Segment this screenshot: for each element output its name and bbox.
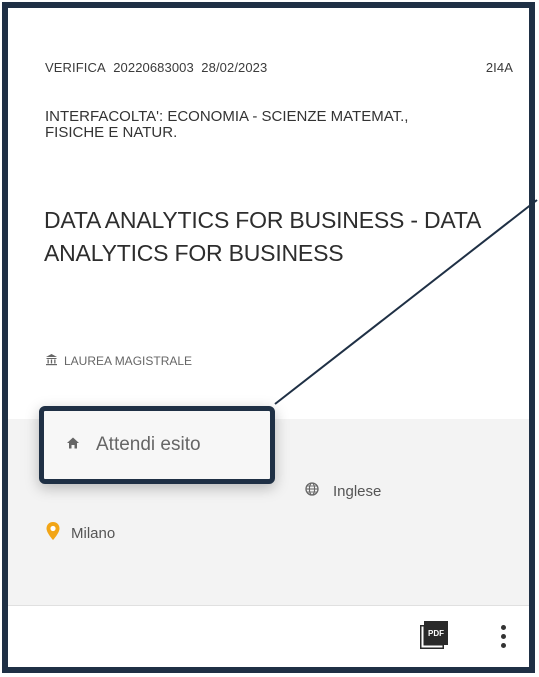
pdf-icon: PDF <box>420 621 448 649</box>
language-info: Inglese <box>305 482 381 500</box>
degree-type: LAUREA MAGISTRALE <box>45 353 192 369</box>
exam-date: 28/02/2023 <box>201 60 268 75</box>
more-vertical-icon-dot <box>500 642 506 648</box>
course-code: 2I4A <box>485 60 513 75</box>
svg-text:PDF: PDF <box>428 629 444 638</box>
institution-icon <box>45 353 58 369</box>
location-info: Milano <box>45 521 115 545</box>
city-label: Milano <box>71 524 116 542</box>
exam-code: 20220683003 <box>113 60 194 75</box>
degree-label: LAUREA MAGISTRALE <box>64 354 193 368</box>
status-label: Attendi esito <box>96 434 201 455</box>
more-vertical-icon-dot <box>500 633 506 639</box>
more-vertical-icon-dot <box>500 624 506 630</box>
footer-divider <box>8 605 529 606</box>
location-pin-icon <box>45 521 61 545</box>
pdf-download-button[interactable]: PDF <box>416 617 452 653</box>
exam-id-line: VERIFICA 20220683003 28/02/2023 <box>45 60 267 75</box>
faculty-name: INTERFACOLTA': ECONOMIA - SCIENZE MATEMA… <box>45 108 409 141</box>
course-title: DATA ANALYTICS FOR BUSINESS - DATA ANALY… <box>44 207 480 266</box>
exam-card: VERIFICA 20220683003 28/02/2023 2I4A INT… <box>2 2 535 673</box>
more-options-button[interactable] <box>491 620 515 652</box>
home-icon <box>66 434 80 456</box>
language-label: Inglese <box>333 482 382 500</box>
exam-type: VERIFICA <box>45 60 106 75</box>
globe-icon <box>305 482 319 500</box>
status-callout: Attendi esito <box>39 406 275 484</box>
